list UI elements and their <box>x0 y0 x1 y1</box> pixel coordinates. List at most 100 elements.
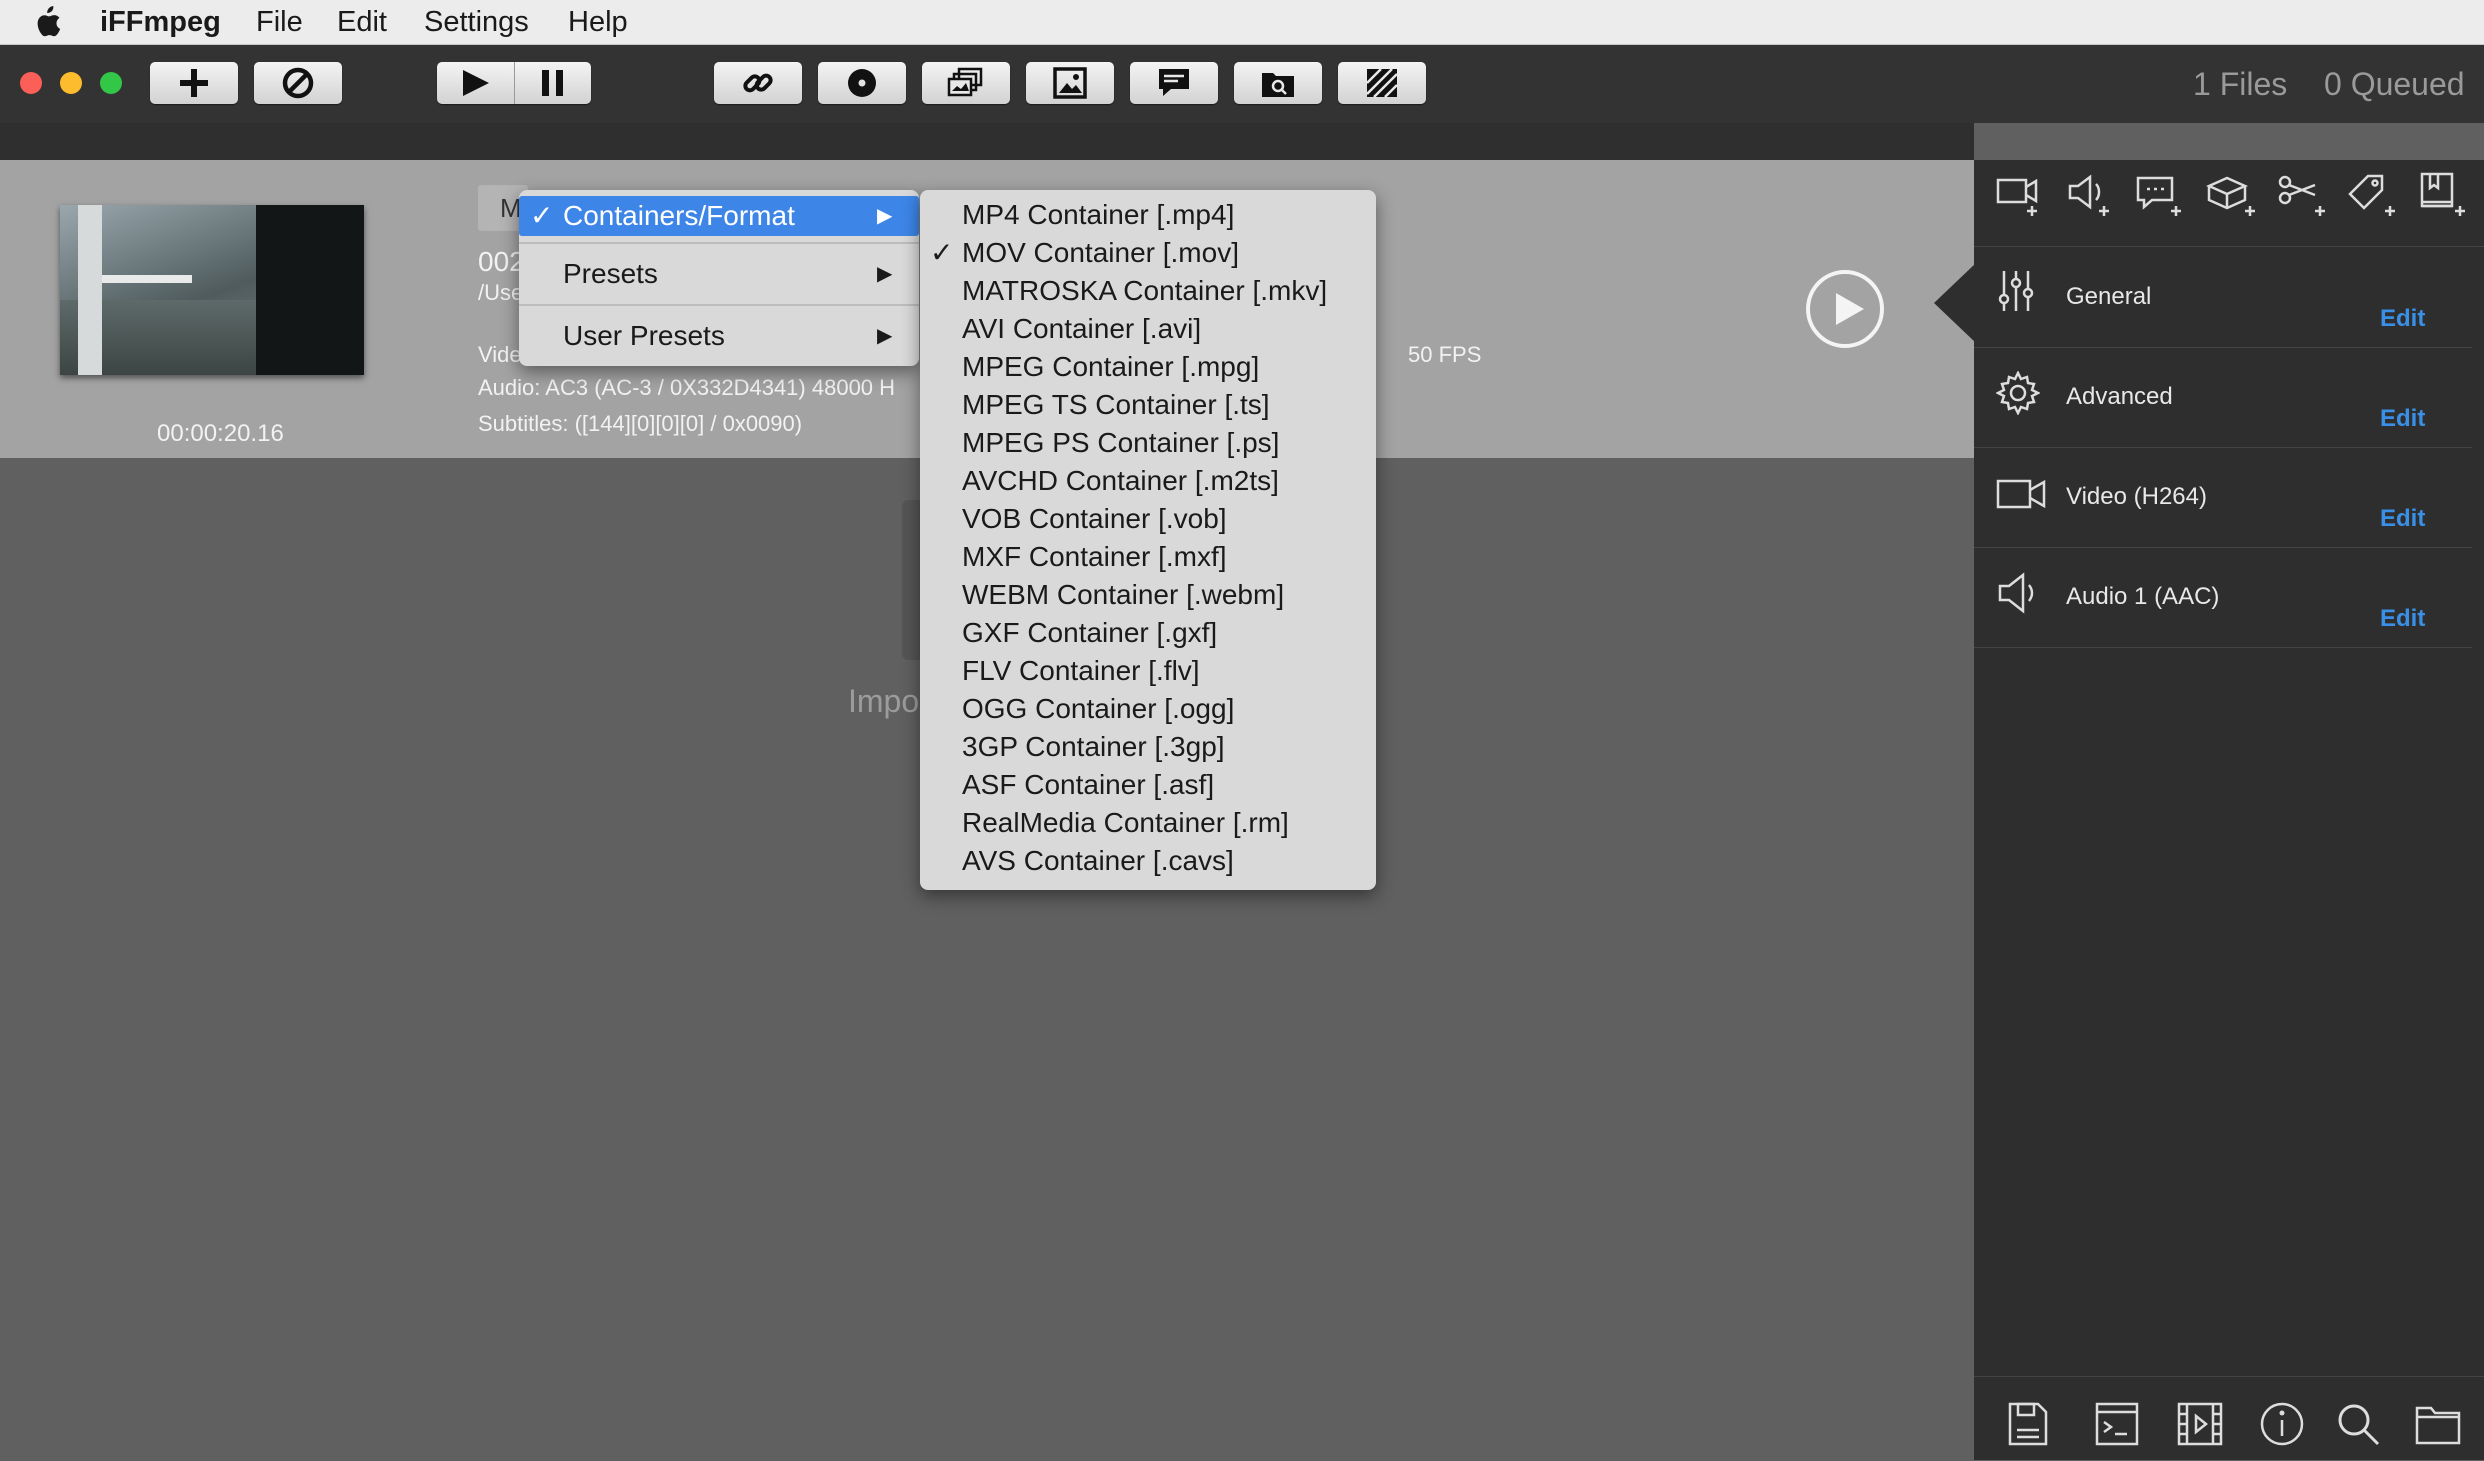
settings-row-audio[interactable]: Audio 1 (AAC) Edit <box>1974 547 2472 648</box>
add-chapter-icon[interactable] <box>2416 172 2468 220</box>
pause-button[interactable] <box>514 62 591 104</box>
menu-settings[interactable]: Settings <box>424 0 529 44</box>
context-menu-item-presets[interactable]: Presets ▶ <box>519 248 919 300</box>
video-fps: 50 FPS <box>1408 342 1482 367</box>
video-thumbnail[interactable] <box>60 205 364 375</box>
settings-row-video[interactable]: Video (H264) Edit <box>1974 447 2472 548</box>
checkmark-icon: ✓ <box>930 237 954 268</box>
add-audio-icon[interactable] <box>2066 172 2114 220</box>
speech-bubble-icon <box>1159 69 1189 96</box>
window-close-button[interactable] <box>20 72 42 94</box>
menu-help[interactable]: Help <box>568 0 628 44</box>
menu-file[interactable]: File <box>256 0 303 44</box>
context-menu-item-label: User Presets <box>563 320 725 351</box>
film-icon[interactable] <box>2176 1400 2224 1448</box>
container-option[interactable]: MPEG PS Container [.ps] <box>920 424 1376 462</box>
menu-edit[interactable]: Edit <box>337 0 387 44</box>
container-option[interactable]: WEBM Container [.webm] <box>920 576 1376 614</box>
settings-row-label: General <box>2066 283 2152 310</box>
container-option[interactable]: MPEG Container [.mpg] <box>920 348 1376 386</box>
submenu-arrow-icon: ▶ <box>877 263 893 285</box>
record-button[interactable] <box>818 62 906 104</box>
container-option-label: 3GP Container [.3gp] <box>962 731 1225 762</box>
audio-info: Audio: AC3 (AC-3 / 0X332D4341) 48000 H <box>478 375 896 400</box>
terminal-icon[interactable] <box>2094 1400 2140 1448</box>
context-menu-item-user-presets[interactable]: User Presets ▶ <box>519 310 919 362</box>
batch-button[interactable] <box>922 62 1010 104</box>
video-camera-icon <box>1996 479 2046 509</box>
context-menu: ✓ Containers/Format ▶ Presets ▶ User Pre… <box>519 190 919 366</box>
container-option[interactable]: MP4 Container [.mp4] <box>920 196 1376 234</box>
file-path: /Use <box>478 280 524 305</box>
app-name-menu[interactable]: iFFmpeg <box>100 0 221 44</box>
container-option-label: OGG Container [.ogg] <box>962 693 1235 724</box>
files-count: 1 Files <box>2193 66 2288 102</box>
settings-row-label: Video (H264) <box>2066 483 2207 510</box>
clear-button[interactable] <box>254 62 342 104</box>
container-option-label: AVS Container [.cavs] <box>962 845 1234 876</box>
link-button[interactable] <box>714 62 802 104</box>
add-subtitle-icon[interactable] <box>2136 172 2184 220</box>
window-minimize-button[interactable] <box>60 72 82 94</box>
image-button[interactable] <box>1026 62 1114 104</box>
folder-icon[interactable] <box>2414 1400 2462 1448</box>
add-tag-icon[interactable] <box>2346 172 2398 220</box>
edit-video-link[interactable]: Edit <box>2380 505 2425 533</box>
context-menu-item-containers[interactable]: ✓ Containers/Format ▶ <box>519 196 919 236</box>
duration-label: 00:00:20.16 <box>157 420 284 447</box>
container-option[interactable]: FLV Container [.flv] <box>920 652 1376 690</box>
add-file-button[interactable] <box>150 62 238 104</box>
container-option[interactable]: MXF Container [.mxf] <box>920 538 1376 576</box>
container-option[interactable]: AVI Container [.avi] <box>920 310 1376 348</box>
apple-menu-icon[interactable] <box>32 0 62 44</box>
video-info: Vide <box>478 342 522 367</box>
settings-row-advanced[interactable]: Advanced Edit <box>1974 347 2472 448</box>
container-option-label: AVI Container [.avi] <box>962 313 1202 344</box>
add-cut-icon[interactable] <box>2276 172 2328 220</box>
container-option[interactable]: MATROSKA Container [.mkv] <box>920 272 1376 310</box>
snapshot-button[interactable] <box>1234 62 1322 104</box>
window-zoom-button[interactable] <box>100 72 122 94</box>
search-icon[interactable] <box>2334 1400 2382 1448</box>
container-option[interactable]: AVS Container [.cavs] <box>920 842 1376 880</box>
container-option[interactable]: OGG Container [.ogg] <box>920 690 1376 728</box>
panel-footer <box>1974 1376 2484 1461</box>
sliders-icon <box>1998 271 2034 311</box>
container-option-label: MPEG TS Container [.ts] <box>962 389 1270 420</box>
container-option[interactable]: ASF Container [.asf] <box>920 766 1376 804</box>
start-button[interactable] <box>437 62 514 104</box>
edit-advanced-link[interactable]: Edit <box>2380 405 2425 433</box>
add-video-icon[interactable] <box>1996 172 2044 220</box>
preview-play-button[interactable] <box>1806 270 1884 348</box>
container-option-label: MOV Container [.mov] <box>962 237 1239 268</box>
pause-icon <box>542 70 563 96</box>
container-option-label: MPEG Container [.mpg] <box>962 351 1260 382</box>
container-option[interactable]: MPEG TS Container [.ts] <box>920 386 1376 424</box>
link-icon <box>743 73 773 93</box>
container-option-label: MPEG PS Container [.ps] <box>962 427 1280 458</box>
filter-button[interactable] <box>1338 62 1426 104</box>
container-option[interactable]: VOB Container [.vob] <box>920 500 1376 538</box>
play-icon <box>1836 293 1864 325</box>
container-option[interactable]: GXF Container [.gxf] <box>920 614 1376 652</box>
container-option-label: VOB Container [.vob] <box>962 503 1227 534</box>
container-option-label: AVCHD Container [.m2ts] <box>962 465 1279 496</box>
edit-general-link[interactable]: Edit <box>2380 305 2425 333</box>
disc-icon <box>848 69 876 97</box>
settings-row-general[interactable]: General Edit <box>1974 247 2472 348</box>
subtitles-button[interactable] <box>1130 62 1218 104</box>
container-option-label: WEBM Container [.webm] <box>962 579 1285 610</box>
container-option[interactable]: ✓ MOV Container [.mov] <box>920 234 1376 272</box>
gear-icon <box>1996 371 2040 415</box>
container-option[interactable]: RealMedia Container [.rm] <box>920 804 1376 842</box>
add-attachment-icon[interactable] <box>2206 172 2258 220</box>
container-option[interactable]: 3GP Container [.3gp] <box>920 728 1376 766</box>
container-option-label: RealMedia Container [.rm] <box>962 807 1289 838</box>
save-icon[interactable] <box>2006 1400 2050 1448</box>
edit-audio-link[interactable]: Edit <box>2380 605 2425 633</box>
file-name: 002 <box>478 246 525 277</box>
submenu-arrow-icon: ▶ <box>877 205 893 227</box>
info-icon[interactable] <box>2258 1400 2306 1448</box>
plus-icon <box>180 69 208 97</box>
container-option[interactable]: AVCHD Container [.m2ts] <box>920 462 1376 500</box>
